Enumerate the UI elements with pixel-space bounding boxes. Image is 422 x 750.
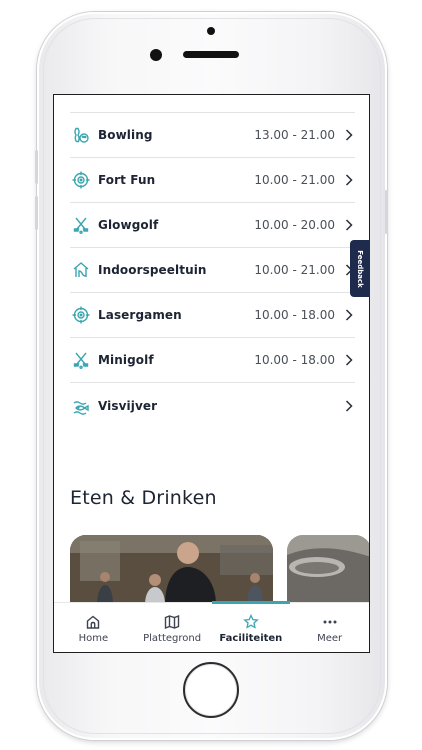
chevron-right-icon [343,173,355,187]
volume-button [35,196,38,230]
facility-hours: 10.00 - 18.00 [254,353,335,367]
power-button [385,190,388,234]
target-icon [70,304,92,326]
home-icon [87,615,100,629]
feedback-label: Feedback [356,249,365,288]
facility-hours: 13.00 - 21.00 [254,128,335,142]
target-icon [70,169,92,191]
golf-clubs-icon [70,349,92,371]
star-icon [243,614,259,629]
list-item[interactable]: Minigolf 10.00 - 18.00 [70,338,355,383]
restaurant-photo [287,535,369,605]
list-item[interactable]: Indoorspeeltuin 10.00 - 21.00 [70,248,355,293]
facility-name: Indoorspeeltuin [98,263,207,277]
nav-meer[interactable]: Meer [290,603,369,652]
nav-label: Meer [317,633,343,644]
facility-hours: 10.00 - 18.00 [254,308,335,322]
bowling-icon [70,124,92,146]
app-screen: Bowling 13.00 - 21.00 Fort Fun 10.00 - 2… [53,94,370,653]
list-item[interactable]: Visvijver [70,383,355,428]
nav-label: Faciliteiten [219,633,283,644]
list-item[interactable]: Glowgolf 10.00 - 20.00 [70,203,355,248]
list-item[interactable]: Bowling 13.00 - 21.00 [70,113,355,158]
nav-label: Home [78,633,109,644]
chevron-right-icon [343,128,355,142]
facility-name: Lasergamen [98,308,182,322]
facility-name: Minigolf [98,353,154,367]
front-camera [150,49,162,61]
restaurant-photo [70,535,273,605]
feedback-tab[interactable]: Feedback [350,240,370,297]
restaurant-card[interactable] [287,535,369,605]
house-slide-icon [70,259,92,281]
home-hardware-button[interactable] [183,662,239,718]
facility-hours: 10.00 - 21.00 [254,263,335,277]
facility-name: Bowling [98,128,153,142]
nav-plattegrond[interactable]: Plattegrond [133,603,212,652]
map-icon [164,614,180,630]
facility-name: Glowgolf [98,218,159,232]
sensor-dot [207,27,215,35]
chevron-right-icon [343,399,355,413]
chevron-right-icon [343,308,355,322]
facility-hours: 10.00 - 20.00 [254,218,335,232]
nav-label: Plattegrond [143,633,202,644]
chevron-right-icon [343,353,355,367]
more-icon [323,620,337,624]
restaurant-card[interactable] [70,535,273,605]
golf-clubs-icon [70,214,92,236]
nav-faciliteiten[interactable]: Faciliteiten [211,601,291,652]
earpiece-speaker [183,51,239,58]
list-item[interactable]: Fort Fun 10.00 - 21.00 [70,158,355,203]
nav-home[interactable]: Home [54,603,133,652]
list-item[interactable]: Lasergamen 10.00 - 18.00 [70,293,355,338]
facility-name: Visvijver [98,398,158,413]
volume-button [35,150,38,184]
section-title: Eten & Drinken [70,487,217,509]
chevron-right-icon [343,218,355,232]
facility-hours: 10.00 - 21.00 [254,173,335,187]
facility-list: Bowling 13.00 - 21.00 Fort Fun 10.00 - 2… [70,112,355,428]
fish-icon [70,395,92,417]
facility-name: Fort Fun [98,173,156,187]
bottom-navigation: Home Plattegrond Faciliteiten Meer [54,601,369,652]
